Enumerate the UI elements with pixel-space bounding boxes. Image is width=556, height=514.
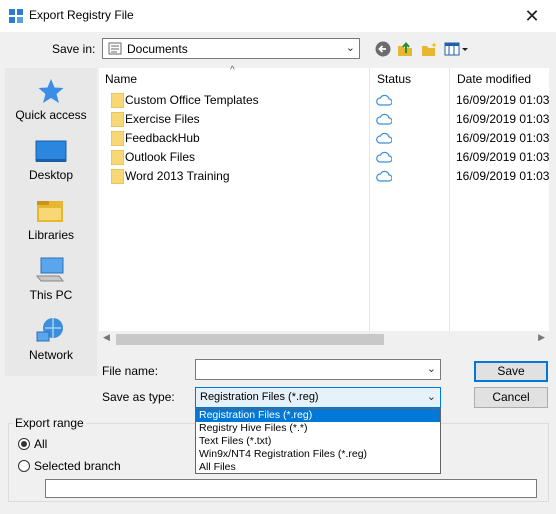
- save-button[interactable]: Save: [474, 361, 548, 382]
- sort-ascending-icon: ^: [230, 65, 235, 76]
- column-header-name[interactable]: Name: [105, 72, 137, 86]
- registry-editor-icon: [9, 9, 23, 23]
- back-icon[interactable]: [374, 40, 392, 58]
- place-desktop[interactable]: Desktop: [5, 136, 97, 192]
- file-name-input[interactable]: ⌄: [195, 359, 441, 380]
- this-pc-icon: [35, 257, 65, 282]
- file-date: 16/09/2019 01:03: [456, 150, 549, 164]
- scroll-left-icon[interactable]: ◀: [103, 332, 110, 343]
- file-name: Outlook Files: [125, 150, 196, 164]
- file-name: Exercise Files: [125, 112, 200, 126]
- export-range-legend: Export range: [13, 416, 86, 430]
- scrollbar-thumb[interactable]: [116, 334, 384, 345]
- cloud-status-icon: [376, 94, 392, 106]
- close-icon: ✕: [524, 6, 540, 26]
- save-as-type-label: Save as type:: [102, 390, 175, 404]
- cloud-status-icon: [376, 113, 392, 125]
- type-option[interactable]: Win9x/NT4 Registration Files (*.reg): [196, 448, 440, 461]
- file-row[interactable]: FeedbackHub 16/09/2019 01:03: [99, 129, 549, 148]
- type-option[interactable]: Registration Files (*.reg): [196, 409, 440, 422]
- horizontal-scrollbar[interactable]: ◀ ▶: [99, 331, 549, 348]
- place-libraries[interactable]: Libraries: [5, 196, 97, 252]
- file-date: 16/09/2019 01:03: [456, 131, 549, 145]
- type-option[interactable]: All Files: [196, 461, 440, 474]
- file-row[interactable]: Word 2013 Training 16/09/2019 01:03: [99, 167, 549, 186]
- save-in-label: Save in:: [52, 42, 96, 56]
- cancel-button[interactable]: Cancel: [474, 387, 548, 408]
- folder-icon: [111, 169, 124, 184]
- libraries-icon: [37, 201, 63, 222]
- file-row[interactable]: Custom Office Templates 16/09/2019 01:03: [99, 91, 549, 110]
- file-name: Custom Office Templates: [125, 93, 259, 107]
- chevron-down-icon: ⌄: [345, 42, 355, 54]
- file-name-label: File name:: [102, 364, 159, 378]
- folder-icon: [111, 150, 124, 165]
- place-quick-access[interactable]: Quick access: [5, 76, 97, 132]
- folder-icon: [111, 131, 124, 146]
- documents-folder-icon: [108, 42, 122, 55]
- network-icon: [36, 318, 63, 342]
- type-option[interactable]: Registry Hive Files (*.*): [196, 422, 440, 435]
- file-name: FeedbackHub: [125, 131, 200, 145]
- chevron-down-icon[interactable]: ⌄: [427, 362, 436, 375]
- file-date: 16/09/2019 01:03: [456, 169, 549, 183]
- column-header-status[interactable]: Status: [377, 72, 411, 86]
- cloud-status-icon: [376, 170, 392, 182]
- radio-all-label[interactable]: All: [34, 437, 47, 451]
- cloud-status-icon: [376, 132, 392, 144]
- close-button[interactable]: ✕: [510, 2, 554, 30]
- save-as-type-dropdown[interactable]: Registration Files (*.reg) ⌄: [195, 387, 441, 408]
- place-this-pc[interactable]: This PC: [5, 256, 97, 312]
- file-row[interactable]: Outlook Files 16/09/2019 01:03: [99, 148, 549, 167]
- chevron-down-icon: ⌄: [426, 391, 436, 403]
- place-label: Network: [28, 348, 73, 362]
- file-date: 16/09/2019 01:03: [456, 112, 549, 126]
- file-row[interactable]: Exercise Files 16/09/2019 01:03: [99, 110, 549, 129]
- place-label: Quick access: [15, 108, 87, 122]
- file-name: Word 2013 Training: [125, 169, 230, 183]
- place-label: Desktop: [28, 168, 74, 182]
- radio-all[interactable]: [18, 438, 30, 450]
- place-label: Libraries: [27, 228, 75, 242]
- branch-input[interactable]: [45, 479, 537, 498]
- scroll-right-icon[interactable]: ▶: [538, 332, 545, 343]
- type-option[interactable]: Text Files (*.txt): [196, 435, 440, 448]
- radio-selected-dot: [21, 441, 27, 447]
- save-in-value: Documents: [127, 42, 188, 56]
- save-as-type-value: Registration Files (*.reg): [200, 391, 319, 403]
- place-network[interactable]: Network: [5, 316, 97, 372]
- view-menu-icon[interactable]: [444, 40, 470, 58]
- up-folder-icon[interactable]: [396, 40, 414, 58]
- new-folder-icon[interactable]: [420, 40, 438, 58]
- save-as-type-list[interactable]: Registration Files (*.reg) Registry Hive…: [195, 408, 441, 474]
- place-label: This PC: [29, 288, 73, 302]
- radio-branch-label[interactable]: Selected branch: [34, 459, 121, 473]
- quick-access-star-icon: [38, 79, 64, 103]
- folder-icon: [111, 112, 124, 127]
- column-header-date[interactable]: Date modified: [457, 72, 531, 86]
- cloud-status-icon: [376, 151, 392, 163]
- desktop-icon: [35, 140, 67, 162]
- save-in-dropdown[interactable]: Documents ⌄: [102, 38, 360, 59]
- file-list[interactable]: ^ Name Status Date modified Custom Offic…: [99, 65, 549, 348]
- places-bar: Quick access Desktop Libraries This PC N…: [5, 68, 97, 376]
- file-date: 16/09/2019 01:03: [456, 93, 549, 107]
- window-title: Export Registry File: [29, 8, 134, 22]
- folder-icon: [111, 93, 124, 108]
- radio-selected-branch[interactable]: [18, 460, 30, 472]
